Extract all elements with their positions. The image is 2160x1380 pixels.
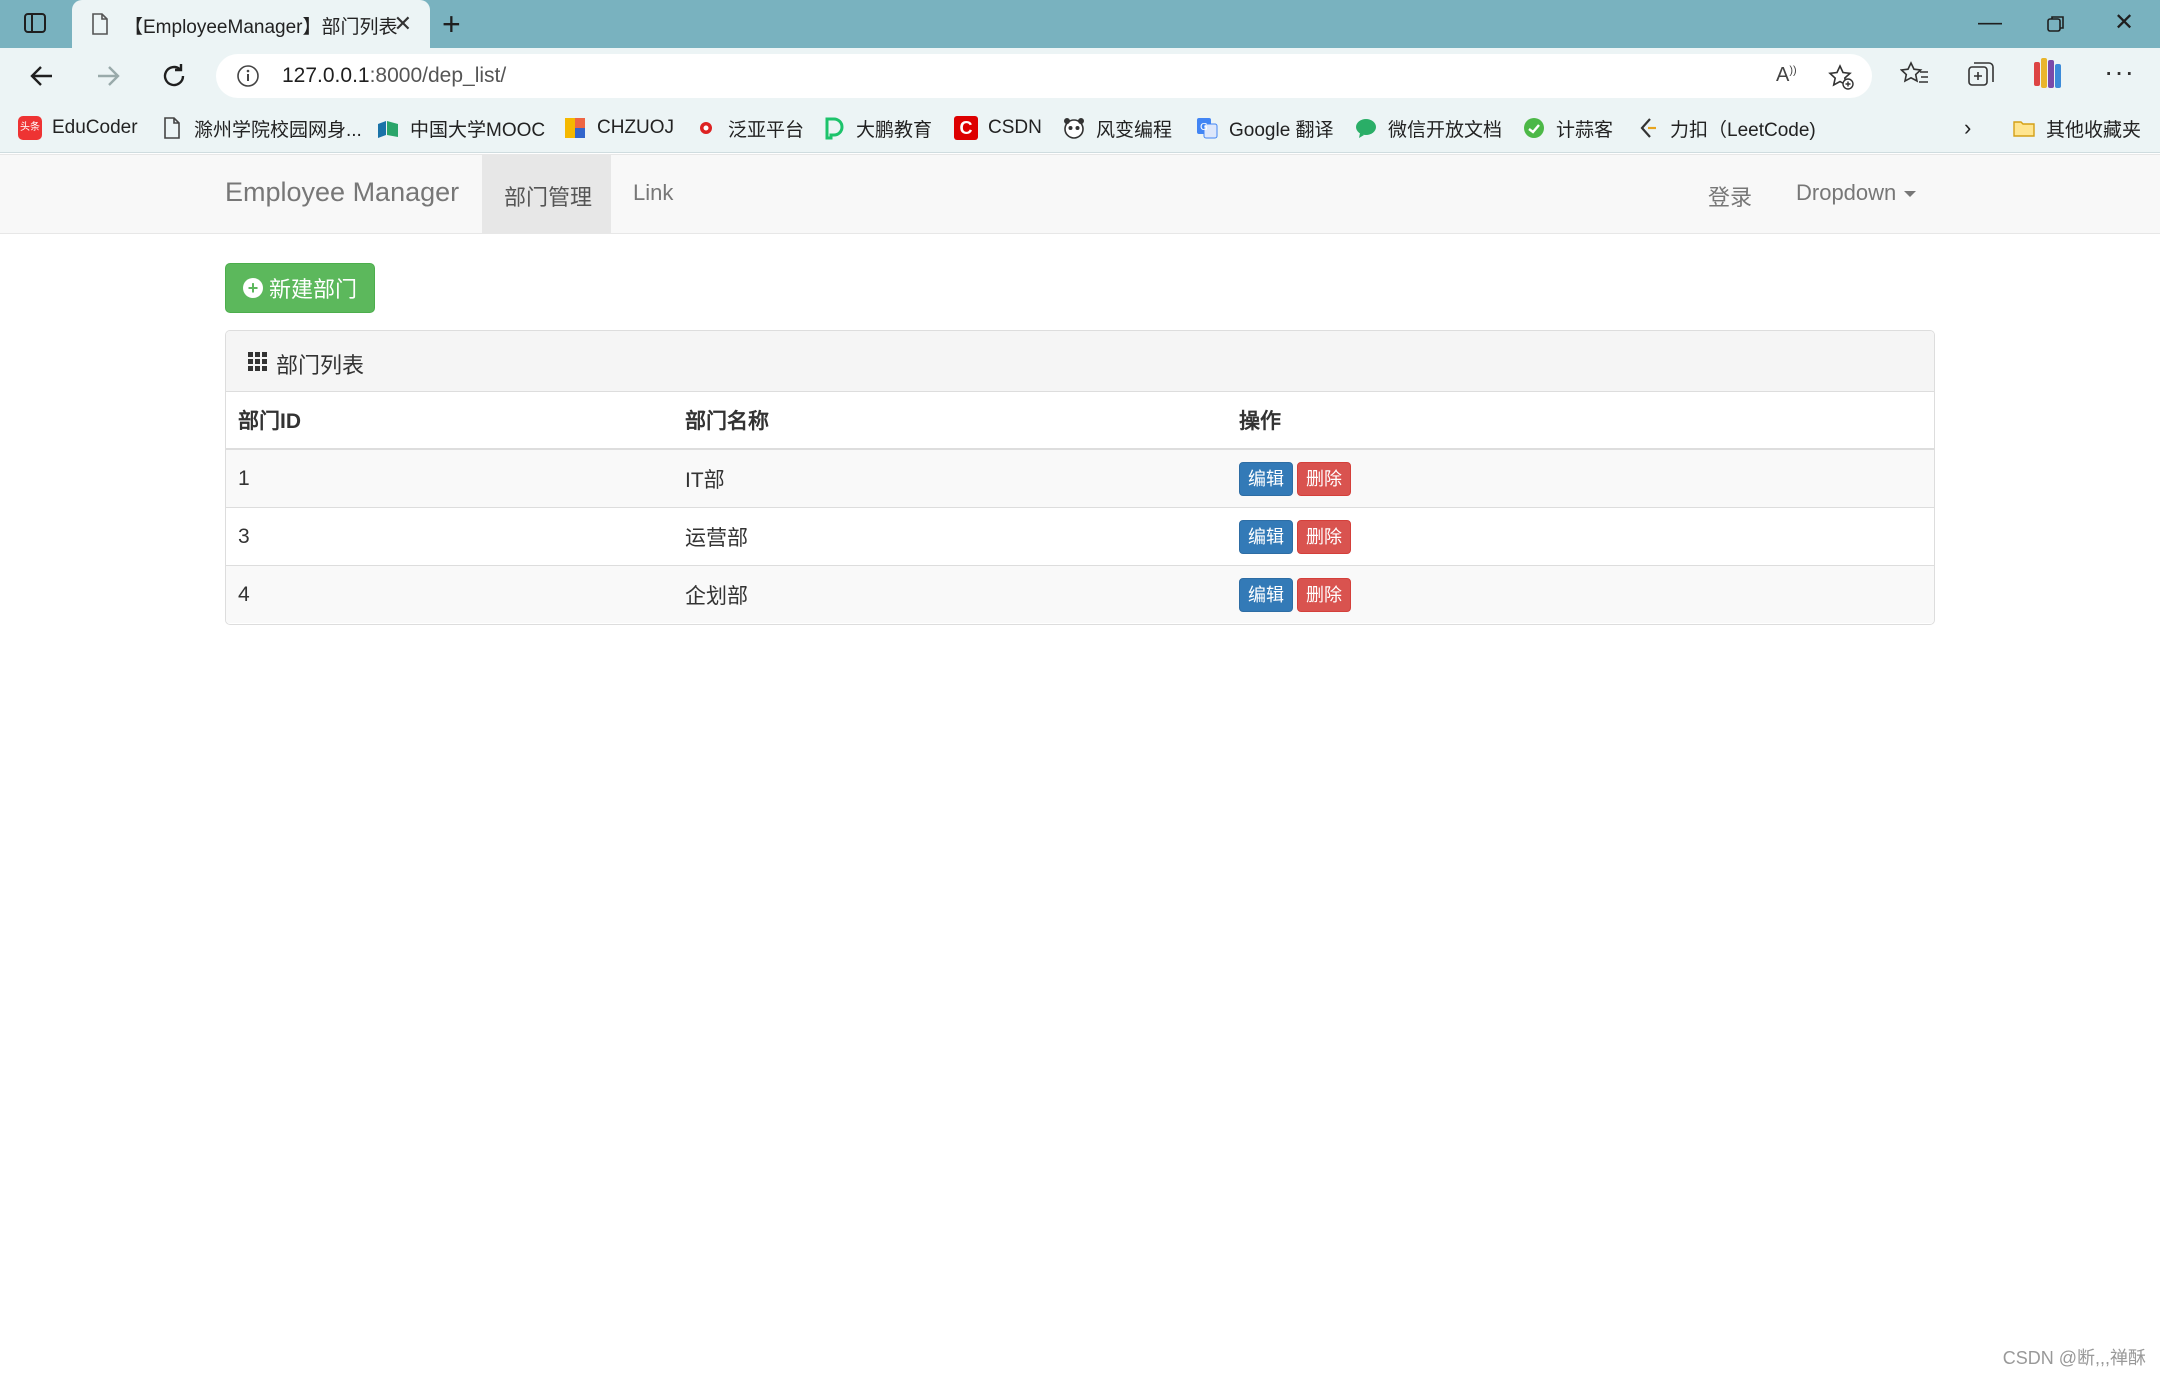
read-aloud-icon[interactable]: A)) — [1776, 64, 1797, 87]
department-list-panel: 部门列表 部门ID 部门名称 操作 1 IT部 编辑 删除 3 运营部 编辑 删除 — [225, 330, 1935, 625]
add-favorite-icon[interactable] — [1828, 64, 1854, 90]
cell-name: IT部 — [673, 448, 1227, 508]
back-icon[interactable] — [26, 60, 58, 92]
csdn-icon: C — [954, 116, 978, 140]
panel-heading: 部门列表 — [226, 331, 1934, 392]
cell-id: 3 — [226, 507, 673, 566]
department-table: 部门ID 部门名称 操作 1 IT部 编辑 删除 3 运营部 编辑 删除 4 企… — [226, 392, 1934, 623]
google-translate-icon: G — [1197, 118, 1218, 139]
fanya-icon — [700, 122, 712, 134]
other-bookmarks-folder[interactable]: 其他收藏夹 — [2012, 114, 2141, 142]
bookmark-item[interactable]: 微信开放文档 — [1354, 114, 1502, 142]
favorites-icon[interactable] — [1900, 60, 1930, 90]
column-header: 部门ID — [226, 392, 673, 450]
edit-button[interactable]: 编辑 — [1239, 519, 1293, 554]
new-department-label: 新建部门 — [268, 277, 357, 302]
wechat-icon — [1356, 119, 1376, 138]
bookmark-item[interactable]: 力扣（LeetCode) — [1636, 114, 1816, 142]
cell-id: 1 — [226, 448, 673, 508]
toutiao-icon: 头条 — [18, 116, 42, 140]
page-icon — [164, 117, 180, 139]
edit-button[interactable]: 编辑 — [1239, 461, 1293, 496]
cell-actions: 编辑 删除 — [1227, 507, 1934, 566]
bookmark-item[interactable]: 中国大学MOOC — [376, 114, 545, 142]
caret-down-icon — [1904, 191, 1917, 198]
delete-button[interactable]: 删除 — [1297, 577, 1351, 612]
leetcode-icon — [1640, 118, 1656, 138]
folder-icon — [2013, 121, 2035, 137]
nav-item-login[interactable]: 登录 — [1708, 180, 1752, 212]
nav-dropdown[interactable]: Dropdown — [1796, 180, 1917, 206]
nav-item-link[interactable]: Link — [633, 180, 673, 206]
chevron-right-icon[interactable]: › — [1964, 114, 1971, 142]
minimize-icon[interactable]: — — [1978, 8, 2002, 38]
site-info-icon[interactable] — [236, 64, 260, 88]
delete-button[interactable]: 删除 — [1297, 519, 1351, 554]
column-header: 部门名称 — [673, 392, 1227, 450]
th-grid-icon — [248, 352, 267, 371]
bookmark-item[interactable]: 头条 EduCoder — [18, 114, 138, 142]
column-header: 操作 — [1227, 392, 1934, 450]
bookmark-item[interactable]: G Google 翻译 — [1195, 114, 1334, 142]
cell-name: 运营部 — [673, 507, 1227, 566]
bookmark-item[interactable]: 泛亚平台 — [694, 114, 804, 142]
app-navbar: Employee Manager 部门管理 Link 登录 Dropdown — [0, 154, 2160, 234]
bookmark-item[interactable]: 大鹏教育 — [822, 114, 932, 142]
nav-item-department-management[interactable]: 部门管理 — [482, 155, 611, 233]
browser-titlebar: 【EmployeeManager】部门列表 ✕ + — ✕ — [0, 0, 2160, 48]
address-bar[interactable]: 127.0.0.1:8000/dep_list/ A)) — [216, 54, 1872, 98]
cell-id: 4 — [226, 565, 673, 623]
forward-icon[interactable] — [92, 60, 124, 92]
new-department-button[interactable]: + 新建部门 — [225, 263, 375, 313]
bookmark-item[interactable]: CHZUOJ — [563, 114, 674, 142]
table-row: 4 企划部 编辑 删除 — [226, 565, 1934, 623]
more-menu-icon[interactable]: ··· — [2104, 56, 2135, 88]
cell-name: 企划部 — [673, 565, 1227, 623]
page-icon — [92, 13, 108, 35]
table-header-row: 部门ID 部门名称 操作 — [226, 392, 1934, 450]
bookmark-item[interactable]: 滁州学院校园网身... — [160, 114, 362, 142]
cell-actions: 编辑 删除 — [1227, 448, 1934, 508]
nav-item-label: 部门管理 — [504, 185, 593, 210]
bookmark-item[interactable]: 风变编程 — [1062, 114, 1172, 142]
close-tab-icon[interactable]: ✕ — [394, 12, 412, 36]
bookmark-item[interactable]: 计蒜客 — [1522, 114, 1613, 142]
jisuanke-icon — [1524, 118, 1544, 138]
browser-toolbar: 127.0.0.1:8000/dep_list/ A)) ··· — [0, 48, 2160, 104]
panda-icon — [1064, 118, 1084, 139]
panel-title: 部门列表 — [276, 353, 365, 378]
plus-circle-icon: + — [242, 278, 263, 298]
dropdown-label: Dropdown — [1796, 180, 1897, 205]
table-row: 3 运营部 编辑 删除 — [226, 507, 1934, 566]
tab-actions-icon[interactable] — [22, 10, 48, 36]
chzuoj-icon — [565, 118, 585, 138]
dapeng-icon — [825, 117, 844, 140]
svg-text:G: G — [1200, 122, 1208, 133]
mooc-icon — [378, 121, 398, 138]
table-row: 1 IT部 编辑 删除 — [226, 448, 1934, 508]
close-window-icon[interactable]: ✕ — [2114, 8, 2134, 38]
bookmarks-bar: 头条 EduCoder 滁州学院校园网身... 中国大学MOOC CHZUOJ … — [0, 104, 2160, 153]
edit-button[interactable]: 编辑 — [1239, 577, 1293, 612]
profile-avatar-icon[interactable] — [2030, 56, 2066, 94]
refresh-icon[interactable] — [158, 60, 190, 92]
watermark: CSDN @断,,,禅酥 — [2002, 1348, 2146, 1368]
browser-tab-active[interactable]: 【EmployeeManager】部门列表 ✕ — [72, 0, 430, 48]
collections-icon[interactable] — [1966, 60, 1996, 90]
delete-button[interactable]: 删除 — [1297, 461, 1351, 496]
cell-actions: 编辑 删除 — [1227, 565, 1934, 623]
bookmark-item[interactable]: C CSDN — [954, 114, 1042, 142]
tab-title: 【EmployeeManager】部门列表 — [124, 17, 398, 38]
restore-icon[interactable] — [2046, 14, 2066, 34]
url-text: 127.0.0.1:8000/dep_list/ — [282, 64, 507, 87]
navbar-brand[interactable]: Employee Manager — [225, 177, 459, 208]
new-tab-icon[interactable]: + — [442, 8, 461, 40]
